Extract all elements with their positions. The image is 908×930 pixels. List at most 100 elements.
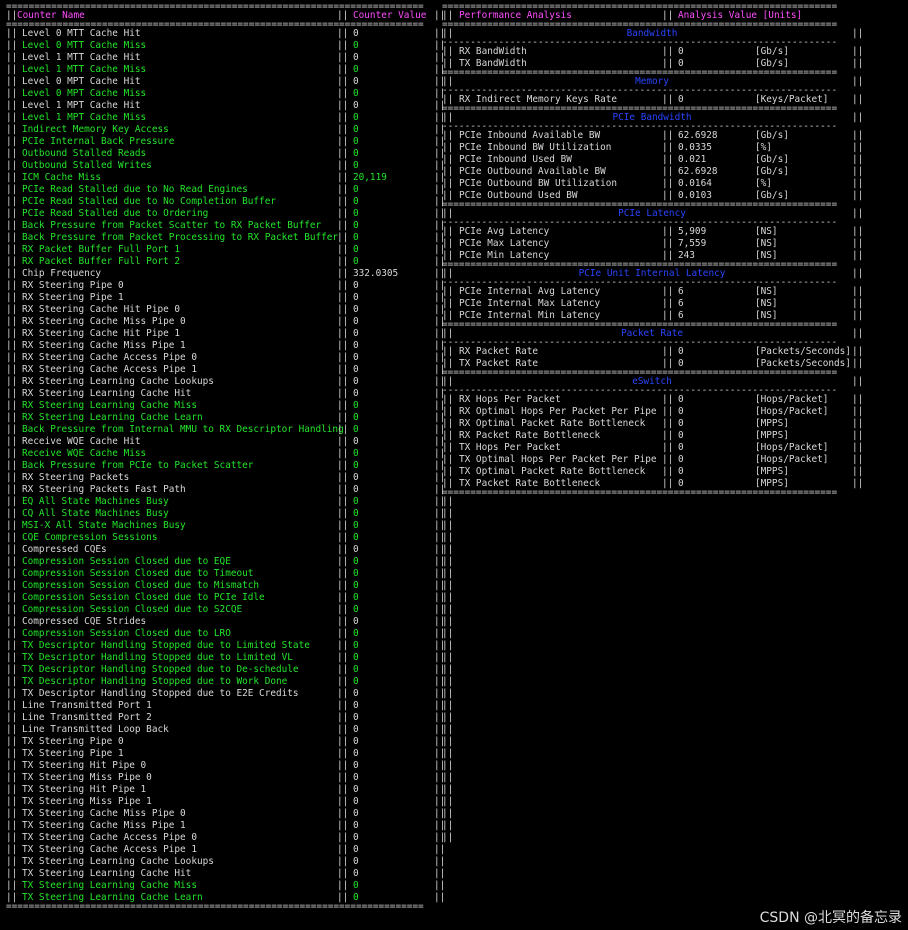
counter-name: Compression Session Closed due to Timeou…: [22, 568, 254, 579]
col-sep: ||: [662, 142, 674, 153]
empty-row: ||: [442, 808, 872, 820]
counter-row: || Compression Session Closed due to S2CQ…: [6, 604, 452, 616]
analysis-name: RX BandWidth: [459, 46, 527, 57]
analysis-value: 0.0164: [678, 178, 712, 189]
counter-row: || TX Steering Learning Cache Miss || 0 ||: [6, 880, 452, 892]
counter-row: || Back Pressure from Packet Processing t…: [6, 232, 452, 244]
counter-value: 0: [353, 820, 359, 831]
counter-row: || Level 1 MPT Cache Hit || 0 ||: [6, 100, 452, 112]
counter-row: || Back Pressure from Packet Scatter to R…: [6, 220, 452, 232]
counter-name: TX Steering Learning Cache Lookups: [22, 856, 214, 867]
col-sep: ||: [337, 664, 349, 675]
col-sep: ||: [442, 430, 454, 441]
col-sep: ||: [852, 442, 864, 453]
analysis-row: || PCIe Internal Max Latency || 6 [NS] ||: [442, 298, 872, 310]
counter-name: TX Descriptor Handling Stopped due to De…: [22, 664, 299, 675]
counter-name: TX Steering Learning Cache Hit: [22, 868, 192, 879]
analysis-value: 0: [678, 466, 684, 477]
col-sep: ||: [337, 268, 349, 279]
col-sep: ||: [662, 94, 674, 105]
col-sep: ||: [6, 448, 18, 459]
col-sep: ||: [662, 190, 674, 201]
col-sep: ||: [442, 478, 454, 489]
col-sep: ||: [6, 748, 18, 759]
col-sep: ||: [662, 10, 674, 21]
col-sep: ||: [852, 454, 864, 465]
counter-row: || RX Packet Buffer Full Port 2 || 0 ||: [6, 256, 452, 268]
col-sep: ||: [337, 340, 349, 351]
col-sep: ||: [442, 358, 454, 369]
counter-name: TX Steering Hit Pipe 0: [22, 760, 147, 771]
col-sep: ||: [662, 454, 674, 465]
counter-name: Compression Session Closed due to Mismat…: [22, 580, 260, 591]
col-sep: ||: [852, 310, 864, 321]
col-sep: ||: [6, 688, 18, 699]
col-sep: ||: [6, 784, 18, 795]
col-sep: ||: [337, 568, 349, 579]
counter-value: 0: [353, 424, 359, 435]
counter-row: || Receive WQE Cache Miss || 0 ||: [6, 448, 452, 460]
analysis-value: 0: [678, 430, 684, 441]
analysis-unit: [NS]: [755, 226, 778, 237]
col-sep: ||: [337, 724, 349, 735]
col-sep: ||: [662, 226, 674, 237]
counter-name: TX Steering Cache Access Pipe 0: [22, 832, 197, 843]
col-sep: ||: [662, 238, 674, 249]
col-sep: ||: [442, 784, 454, 795]
col-sep: ||: [852, 238, 864, 249]
counter-value: 0: [353, 52, 359, 63]
counter-name: TX Descriptor Handling Stopped due to E2…: [22, 688, 299, 699]
counter-name: RX Steering Cache Hit Pipe 0: [22, 304, 181, 315]
counter-name: Receive WQE Cache Miss: [22, 448, 147, 459]
counter-value: 0: [353, 472, 359, 483]
col-sep: ||: [337, 712, 349, 723]
col-sep: ||: [442, 580, 454, 591]
counter-value: 0: [353, 64, 359, 75]
analysis-name: RX Indirect Memory Keys Rate: [459, 94, 618, 105]
col-sep: ||: [6, 640, 18, 651]
empty-row: ||: [442, 556, 872, 568]
col-sep: ||: [852, 178, 864, 189]
counter-value: 0: [353, 736, 359, 747]
col-sep: ||: [337, 328, 349, 339]
col-sep: ||: [442, 820, 454, 831]
col-sep: ||: [337, 172, 349, 183]
counter-value: 0: [353, 724, 359, 735]
counter-value: 0: [353, 556, 359, 567]
counter-name: Line Transmitted Port 2: [22, 712, 152, 723]
counter-name: Compression Session Closed due to S2CQE: [22, 604, 243, 615]
counter-name: TX Steering Learning Cache Miss: [22, 880, 197, 891]
counter-value: 0: [353, 760, 359, 771]
col-sep: ||: [6, 880, 18, 891]
counter-value: 0: [353, 688, 359, 699]
analysis-unit: [Hops/Packet]: [755, 394, 829, 405]
col-sep: ||: [662, 286, 674, 297]
col-sep: ||: [6, 112, 18, 123]
col-sep: ||: [337, 28, 349, 39]
col-sep: ||: [852, 430, 864, 441]
analysis-row: || RX Indirect Memory Keys Rate || 0 [Keys/P…: [442, 94, 872, 106]
analysis-name: PCIe Max Latency: [459, 238, 550, 249]
col-sep: ||: [337, 700, 349, 711]
empty-row: ||: [442, 700, 872, 712]
col-sep: ||: [442, 94, 454, 105]
counter-value: 0: [353, 880, 359, 891]
col-sep: ||: [6, 532, 18, 543]
counter-row: || Outbound Stalled Reads || 0 ||: [6, 148, 452, 160]
counter-value: 0: [353, 508, 359, 519]
col-sep: ||: [662, 466, 674, 477]
analysis-row: || RX Packet Rate || 0 [Packets/Seconds] ||: [442, 346, 872, 358]
section-title-row: || Memory ||: [442, 76, 872, 88]
counter-name: MSI-X All State Machines Busy: [22, 520, 186, 531]
counter-value: 0: [353, 100, 359, 111]
counter-row: || Level 1 MPT Cache Miss || 0 ||: [6, 112, 452, 124]
counter-value: 0: [353, 184, 359, 195]
analysis-value: 6: [678, 298, 684, 309]
col-sep: ||: [337, 592, 349, 603]
col-sep: ||: [6, 136, 18, 147]
counter-row: || TX Steering Hit Pipe 0 || 0 ||: [6, 760, 452, 772]
counter-value: 0: [353, 484, 359, 495]
counter-value: 0: [353, 592, 359, 603]
col-sep: ||: [337, 520, 349, 531]
counter-name: Level 0 MTT Cache Hit: [22, 28, 141, 39]
